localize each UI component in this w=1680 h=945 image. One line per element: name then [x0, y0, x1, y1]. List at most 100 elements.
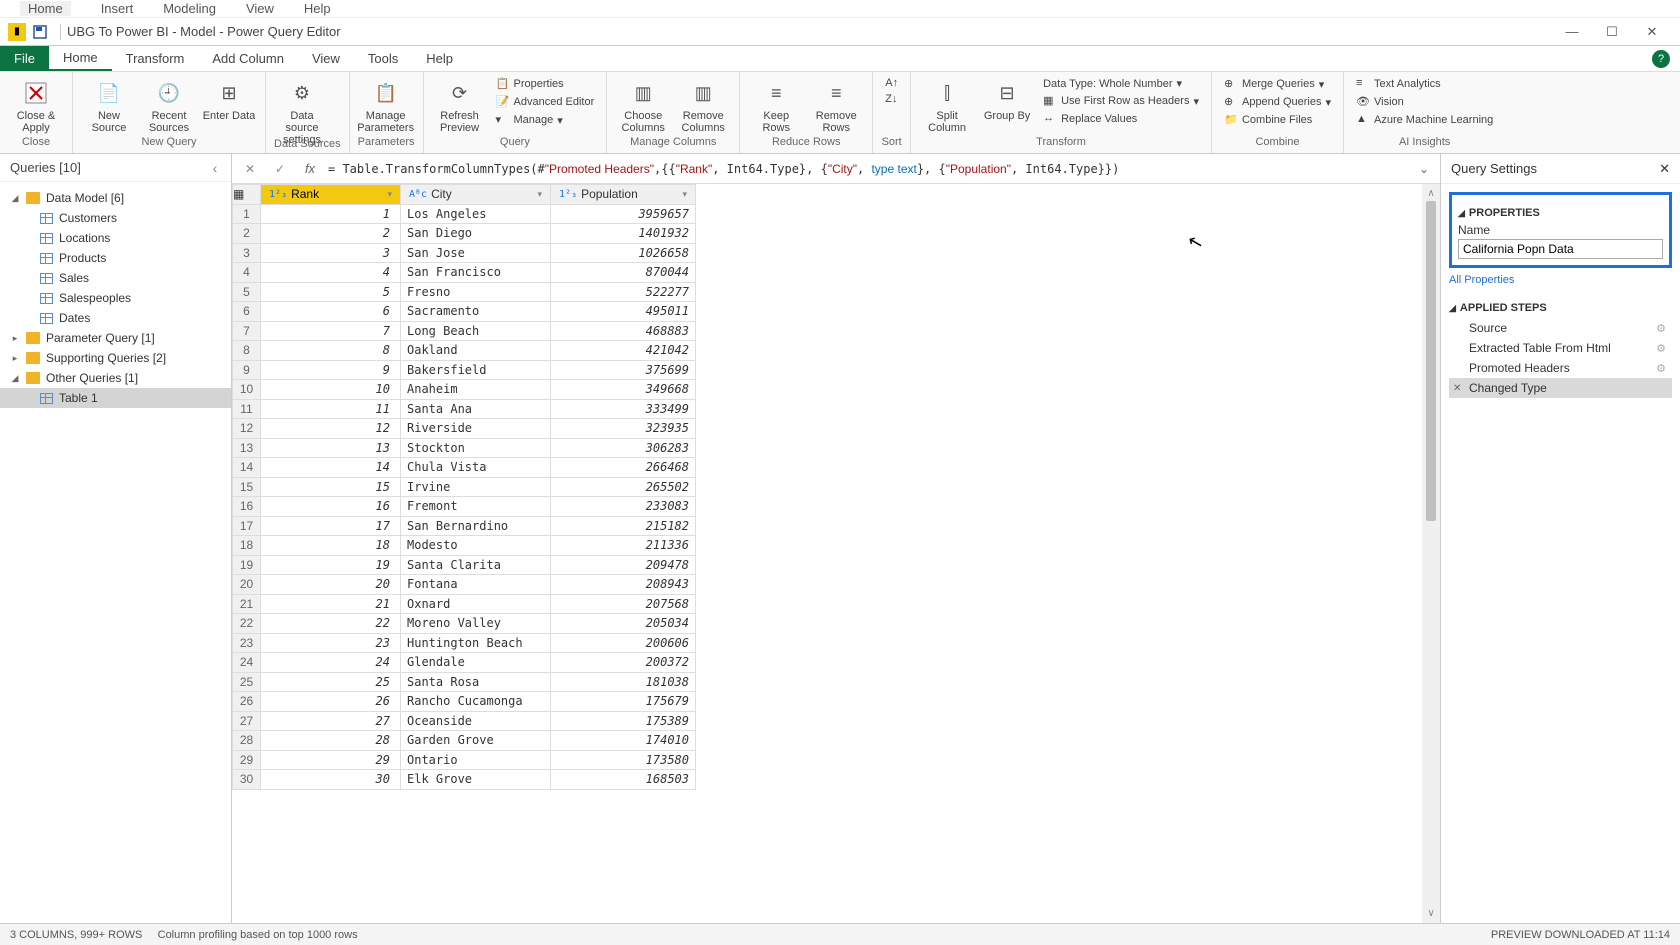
- query-name-input[interactable]: [1458, 239, 1663, 259]
- remove-rows-button[interactable]: ≡Remove Rows: [808, 76, 864, 134]
- formula-cancel-icon[interactable]: ✕: [238, 158, 262, 180]
- table-row[interactable]: 22San Diego1401932: [233, 224, 696, 244]
- manage-parameters-button[interactable]: 📋Manage Parameters: [358, 76, 414, 134]
- help-icon[interactable]: ?: [1652, 50, 1670, 68]
- close-window-button[interactable]: ✕: [1632, 18, 1672, 46]
- bg-menu-insert[interactable]: Insert: [101, 1, 134, 16]
- queries-group[interactable]: ◢Other Queries [1]: [0, 368, 231, 388]
- combine-files-button[interactable]: 📁Combine Files: [1220, 112, 1335, 128]
- first-row-headers-button[interactable]: ▦Use First Row as Headers ▾: [1039, 93, 1203, 109]
- vertical-scrollbar[interactable]: ∧ ∨: [1422, 184, 1440, 923]
- queries-group[interactable]: ▸Parameter Query [1]: [0, 328, 231, 348]
- table-row[interactable]: 2121Oxnard207568: [233, 594, 696, 614]
- new-source-button[interactable]: 📄New Source: [81, 76, 137, 134]
- scroll-down-icon[interactable]: ∨: [1427, 908, 1434, 919]
- sort-asc-button[interactable]: A↑: [881, 76, 902, 90]
- all-properties-link[interactable]: All Properties: [1449, 274, 1672, 286]
- table-row[interactable]: 2828Garden Grove174010: [233, 731, 696, 751]
- formula-expand-icon[interactable]: ⌄: [1414, 162, 1434, 176]
- tab-view[interactable]: View: [298, 46, 354, 71]
- table-row[interactable]: 99Bakersfield375699: [233, 360, 696, 380]
- table-row[interactable]: 66Sacramento495011: [233, 302, 696, 322]
- table-row[interactable]: 2424Glendale200372: [233, 653, 696, 673]
- table-row[interactable]: 1919Santa Clarita209478: [233, 555, 696, 575]
- table-row[interactable]: 2929Ontario173580: [233, 750, 696, 770]
- fx-icon[interactable]: fx: [298, 158, 322, 180]
- tab-add-column[interactable]: Add Column: [198, 46, 298, 71]
- table-row[interactable]: 1515Irvine265502: [233, 477, 696, 497]
- queries-item[interactable]: Table 1: [0, 388, 231, 408]
- bg-menu-home[interactable]: Home: [20, 1, 71, 16]
- table-row[interactable]: 33San Jose1026658: [233, 243, 696, 263]
- table-row[interactable]: 3030Elk Grove168503: [233, 770, 696, 790]
- table-row[interactable]: 2727Oceanside175389: [233, 711, 696, 731]
- bg-menu-modeling[interactable]: Modeling: [163, 1, 216, 16]
- tab-transform[interactable]: Transform: [112, 46, 199, 71]
- recent-sources-button[interactable]: 🕘Recent Sources: [141, 76, 197, 134]
- table-row[interactable]: 1414Chula Vista266468: [233, 458, 696, 478]
- column-header-city[interactable]: AᴮcCity▾: [401, 185, 551, 205]
- append-queries-button[interactable]: ⊕Append Queries ▾: [1220, 94, 1335, 110]
- table-row[interactable]: 2626Rancho Cucamonga175679: [233, 692, 696, 712]
- choose-columns-button[interactable]: ▥Choose Columns: [615, 76, 671, 134]
- tab-help[interactable]: Help: [412, 46, 467, 71]
- maximize-button[interactable]: ☐: [1592, 18, 1632, 46]
- column-header-rank[interactable]: 1²₃Rank▾: [261, 185, 401, 205]
- table-row[interactable]: 44San Francisco870044: [233, 263, 696, 283]
- table-row[interactable]: 1313Stockton306283: [233, 438, 696, 458]
- data-grid[interactable]: ▦1²₃Rank▾AᴮcCity▾1²₃Population▾ 11Los An…: [232, 184, 1422, 923]
- scroll-up-icon[interactable]: ∧: [1427, 188, 1434, 199]
- table-row[interactable]: 77Long Beach468883: [233, 321, 696, 341]
- queries-item[interactable]: Sales: [0, 268, 231, 288]
- table-row[interactable]: 2222Moreno Valley205034: [233, 614, 696, 634]
- queries-collapse-icon[interactable]: ‹: [209, 160, 221, 176]
- tab-tools[interactable]: Tools: [354, 46, 412, 71]
- refresh-preview-button[interactable]: ⟳Refresh Preview: [432, 76, 488, 134]
- group-by-button[interactable]: ⊟Group By: [979, 76, 1035, 122]
- table-row[interactable]: 2323Huntington Beach200606: [233, 633, 696, 653]
- queries-group[interactable]: ▸Supporting Queries [2]: [0, 348, 231, 368]
- bg-menu-help[interactable]: Help: [304, 1, 331, 16]
- formula-text[interactable]: = Table.TransformColumnTypes(#"Promoted …: [328, 162, 1408, 176]
- queries-group[interactable]: ◢Data Model [6]: [0, 188, 231, 208]
- queries-item[interactable]: Locations: [0, 228, 231, 248]
- grid-corner[interactable]: ▦: [233, 185, 261, 205]
- applied-step[interactable]: Extracted Table From Html⚙: [1449, 338, 1672, 358]
- table-row[interactable]: 88Oakland421042: [233, 341, 696, 361]
- split-column-button[interactable]: ⫿Split Column: [919, 76, 975, 134]
- table-row[interactable]: 1717San Bernardino215182: [233, 516, 696, 536]
- applied-steps-header[interactable]: ◢APPLIED STEPS: [1449, 302, 1672, 314]
- table-row[interactable]: 2020Fontana208943: [233, 575, 696, 595]
- formula-commit-icon[interactable]: ✓: [268, 158, 292, 180]
- properties-button[interactable]: 📋Properties: [492, 76, 599, 92]
- manage-button[interactable]: ▾Manage ▾: [492, 112, 599, 128]
- table-row[interactable]: 1010Anaheim349668: [233, 380, 696, 400]
- azure-ml-button[interactable]: ▲Azure Machine Learning: [1352, 112, 1497, 128]
- applied-step[interactable]: ✕Changed Type: [1449, 378, 1672, 398]
- table-row[interactable]: 55Fresno522277: [233, 282, 696, 302]
- scrollbar-thumb[interactable]: [1426, 201, 1436, 521]
- advanced-editor-button[interactable]: 📝Advanced Editor: [492, 94, 599, 110]
- minimize-button[interactable]: —: [1552, 18, 1592, 46]
- enter-data-button[interactable]: ⊞Enter Data: [201, 76, 257, 122]
- merge-queries-button[interactable]: ⊕Merge Queries ▾: [1220, 76, 1335, 92]
- query-settings-close-icon[interactable]: ✕: [1659, 161, 1670, 177]
- queries-item[interactable]: Dates: [0, 308, 231, 328]
- table-row[interactable]: 1818Modesto211336: [233, 536, 696, 556]
- replace-values-button[interactable]: ↔Replace Values: [1039, 111, 1203, 127]
- data-type-button[interactable]: Data Type: Whole Number ▾: [1039, 76, 1203, 91]
- table-row[interactable]: 1212Riverside323935: [233, 419, 696, 439]
- tab-file[interactable]: File: [0, 46, 49, 71]
- keep-rows-button[interactable]: ≡Keep Rows: [748, 76, 804, 134]
- sort-desc-button[interactable]: Z↓: [881, 92, 902, 106]
- properties-section-header[interactable]: ◢PROPERTIES: [1458, 207, 1663, 219]
- table-row[interactable]: 11Los Angeles3959657: [233, 204, 696, 224]
- applied-step[interactable]: Source⚙: [1449, 318, 1672, 338]
- table-row[interactable]: 1111Santa Ana333499: [233, 399, 696, 419]
- save-icon[interactable]: [32, 24, 48, 40]
- text-analytics-button[interactable]: ≡Text Analytics: [1352, 76, 1497, 92]
- data-source-settings-button[interactable]: ⚙Data source settings: [274, 76, 330, 146]
- applied-step[interactable]: Promoted Headers⚙: [1449, 358, 1672, 378]
- queries-item[interactable]: Products: [0, 248, 231, 268]
- bg-menu-view[interactable]: View: [246, 1, 274, 16]
